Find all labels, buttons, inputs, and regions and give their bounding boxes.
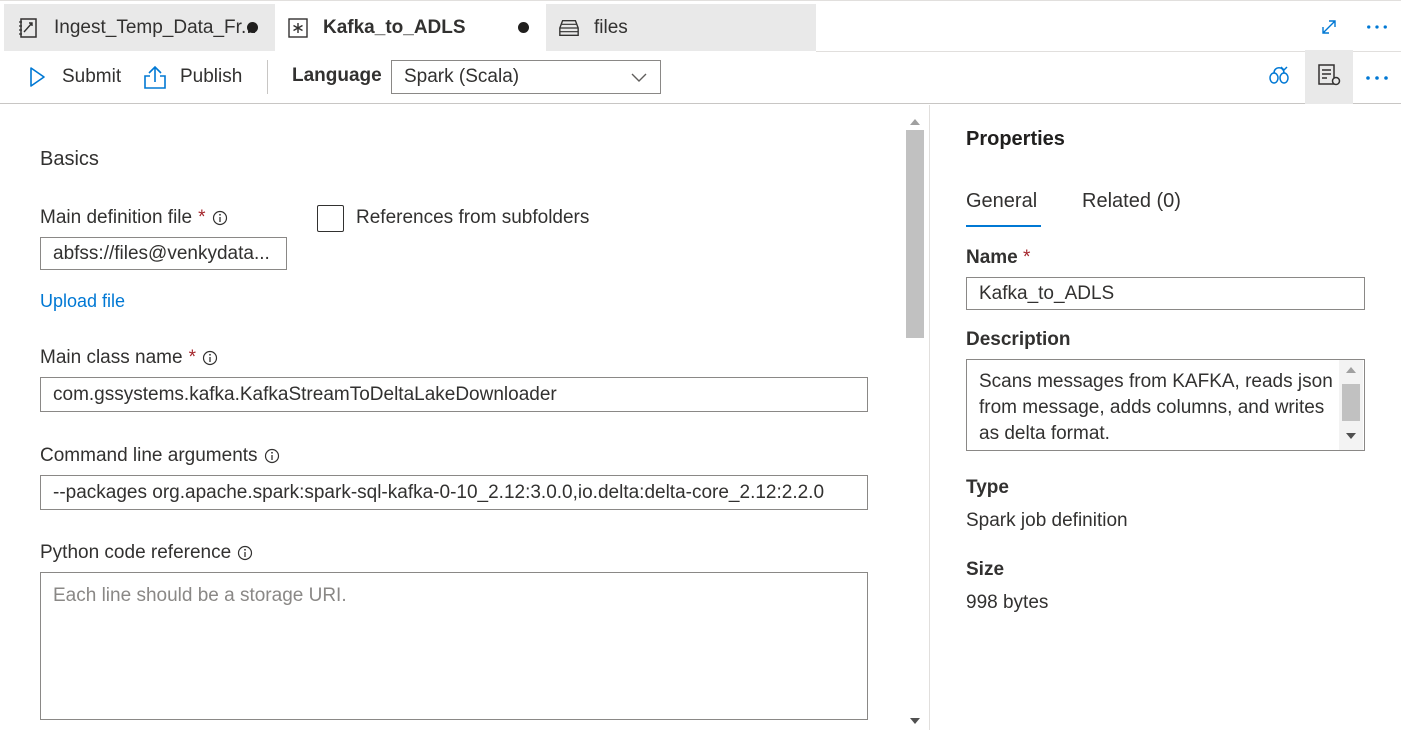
size-value: 998 bytes [966, 592, 1049, 613]
scroll-down-arrow-icon[interactable] [1345, 432, 1357, 440]
python-code-reference-label: Python code reference [40, 542, 253, 564]
main-definition-file-input[interactable]: abfss://files@venkydata... [40, 237, 287, 270]
description-textarea[interactable]: Scans messages from KAFKA, reads json fr… [966, 359, 1365, 451]
label-text: Python code reference [40, 542, 232, 563]
command-line-arguments-label: Command line arguments [40, 445, 280, 467]
references-from-subfolders-checkbox[interactable] [317, 205, 344, 232]
label-text: Name [966, 247, 1018, 268]
name-label: Name * [966, 247, 1030, 269]
properties-toggle-button[interactable] [1305, 50, 1353, 104]
label-text: Main definition file [40, 207, 193, 228]
command-line-arguments-input[interactable]: --packages org.apache.spark:spark-sql-ka… [40, 475, 868, 510]
play-icon [24, 64, 50, 90]
active-tab-indicator [966, 225, 1041, 227]
tab-files[interactable]: files [546, 4, 816, 51]
info-icon[interactable] [264, 448, 280, 464]
scroll-up-arrow-icon[interactable] [909, 113, 921, 131]
spark-job-icon [287, 17, 309, 39]
label-text: Command line arguments [40, 445, 258, 466]
unsaved-indicator-icon [518, 22, 529, 33]
spark-job-editor: Ingest_Temp_Data_Fr... Kafka_to_ADLS fil… [0, 0, 1401, 730]
toolbar-more-button[interactable] [1353, 50, 1401, 104]
scroll-down-arrow-icon[interactable] [909, 712, 921, 730]
type-value: Spark job definition [966, 510, 1128, 531]
job-definition-form: Basics Main definition file * References… [4, 105, 904, 730]
tab-label: files [594, 16, 628, 38]
more-options-icon[interactable] [1366, 16, 1388, 38]
storage-icon [558, 17, 580, 39]
notebook-icon [18, 17, 40, 39]
language-dropdown[interactable]: Spark (Scala) [391, 60, 661, 94]
command-toolbar: Submit Publish Language Spark (Scala) [0, 50, 1401, 104]
properties-icon [1316, 62, 1342, 93]
info-icon[interactable] [212, 210, 228, 226]
sessions-button[interactable] [1256, 50, 1304, 104]
tab-label: Ingest_Temp_Data_Fr... [54, 16, 257, 38]
tab-related[interactable]: Related (0) [1082, 190, 1181, 213]
expand-icon[interactable] [1318, 16, 1340, 38]
info-icon[interactable] [237, 545, 253, 561]
publish-button[interactable]: Publish [142, 62, 242, 92]
scrollbar-thumb[interactable] [906, 130, 924, 338]
main-definition-file-label: Main definition file * [40, 207, 228, 229]
label-text: Main class name [40, 347, 183, 368]
sessions-icon [1267, 62, 1293, 93]
type-label: Type [966, 477, 1009, 498]
upload-icon [142, 64, 168, 90]
language-label: Language [292, 65, 382, 86]
required-marker: * [198, 207, 206, 228]
properties-title: Properties [966, 128, 1065, 150]
name-input[interactable]: Kafka_to_ADLS [966, 277, 1365, 310]
size-label: Size [966, 559, 1005, 580]
submit-button[interactable]: Submit [24, 62, 121, 92]
toolbar-divider [267, 60, 268, 94]
language-value: Spark (Scala) [404, 66, 520, 87]
scroll-up-arrow-icon[interactable] [1345, 366, 1357, 374]
tab-general[interactable]: General [966, 190, 1037, 213]
info-icon[interactable] [202, 350, 218, 366]
required-marker: * [1023, 247, 1031, 268]
unsaved-indicator-icon [247, 22, 258, 33]
description-scrollbar[interactable] [1339, 360, 1363, 450]
section-title-basics: Basics [40, 148, 99, 170]
upload-file-link[interactable]: Upload file [40, 291, 125, 312]
pane-divider [929, 105, 930, 730]
chevron-down-icon [630, 68, 648, 92]
more-options-icon [1365, 68, 1389, 86]
main-class-name-label: Main class name * [40, 347, 218, 369]
required-marker: * [188, 347, 196, 368]
submit-label: Submit [62, 66, 122, 87]
description-label: Description [966, 329, 1071, 350]
scrollbar-thumb[interactable] [1342, 384, 1360, 421]
publish-label: Publish [180, 66, 243, 87]
editor-tab-bar: Ingest_Temp_Data_Fr... Kafka_to_ADLS fil… [0, 0, 1401, 52]
form-scrollbar[interactable] [904, 105, 926, 730]
main-class-name-input[interactable]: com.gssystems.kafka.KafkaStreamToDeltaLa… [40, 377, 868, 412]
tab-ingest-temp-data[interactable]: Ingest_Temp_Data_Fr... [4, 4, 275, 51]
references-from-subfolders-label: References from subfolders [356, 207, 590, 228]
tab-kafka-to-adls[interactable]: Kafka_to_ADLS [275, 4, 546, 51]
python-code-reference-textarea[interactable]: Each line should be a storage URI. [40, 572, 868, 720]
tab-label: Kafka_to_ADLS [323, 16, 466, 38]
